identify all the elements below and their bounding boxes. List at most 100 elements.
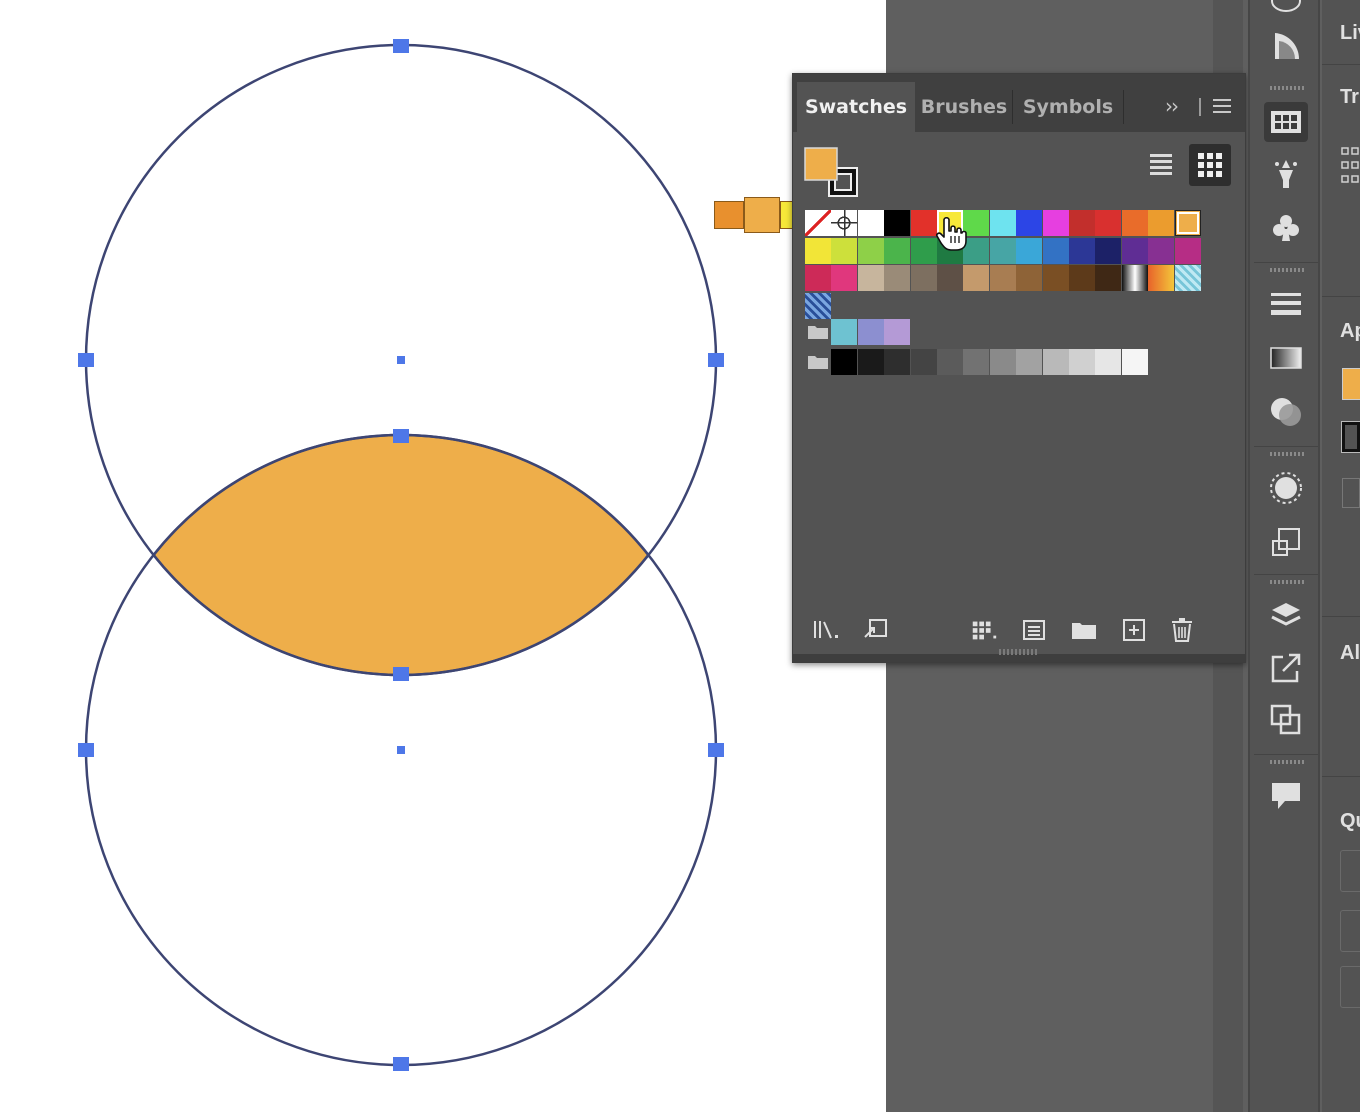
swatch[interactable] <box>1174 237 1201 264</box>
color-group-folder-icon[interactable] <box>807 323 829 341</box>
swatch[interactable] <box>1121 265 1148 291</box>
fill-swatch[interactable] <box>804 147 838 181</box>
swatch[interactable] <box>831 319 858 345</box>
swatch[interactable] <box>884 210 911 236</box>
swatch[interactable] <box>1069 349 1095 375</box>
thumbnail-view-button[interactable] <box>1189 144 1231 186</box>
tab-swatches[interactable]: Swatches <box>797 82 915 132</box>
swatch[interactable] <box>1016 210 1043 236</box>
swatch[interactable] <box>1095 237 1122 264</box>
swatch[interactable] <box>805 292 831 319</box>
gradient-panel-icon[interactable] <box>1264 338 1308 378</box>
swatch[interactable] <box>805 210 831 236</box>
anchor-point[interactable] <box>708 743 724 757</box>
anchor-point[interactable] <box>78 743 94 757</box>
artwork[interactable] <box>0 0 886 1112</box>
fill-stroke-widget[interactable] <box>803 146 863 202</box>
swatch[interactable] <box>857 265 884 291</box>
swatch[interactable] <box>1042 237 1069 264</box>
gradient-icon[interactable] <box>1264 26 1308 66</box>
swatch[interactable] <box>805 265 831 291</box>
comments-icon[interactable] <box>1264 776 1308 816</box>
swatch[interactable] <box>1095 265 1122 291</box>
document-canvas[interactable] <box>0 0 886 1112</box>
show-swatch-kinds-icon[interactable] <box>969 615 999 645</box>
swatch[interactable] <box>1174 265 1201 291</box>
swatch[interactable] <box>910 210 937 236</box>
swatch[interactable] <box>831 237 858 264</box>
swatch[interactable] <box>831 349 858 375</box>
stroke-color-chip[interactable] <box>1341 421 1360 453</box>
swatch[interactable] <box>1148 265 1175 291</box>
swatch[interactable] <box>857 349 884 375</box>
center-point[interactable] <box>397 746 405 754</box>
reference-point-icon[interactable] <box>1340 146 1360 186</box>
swatch[interactable] <box>989 237 1016 264</box>
color-group-folder-icon[interactable] <box>807 353 829 371</box>
stroke-panel-icon[interactable] <box>1264 284 1308 324</box>
swatch[interactable] <box>805 237 831 264</box>
center-point[interactable] <box>397 356 405 364</box>
swatch[interactable] <box>1069 210 1095 236</box>
anchor-point[interactable] <box>393 1057 409 1071</box>
quick-action-button[interactable] <box>1340 966 1360 1008</box>
layers-icon[interactable] <box>1264 596 1308 636</box>
anchor-point[interactable] <box>393 429 409 443</box>
swatch[interactable] <box>1016 349 1043 375</box>
swatch[interactable] <box>884 237 911 264</box>
transform-icon[interactable] <box>1264 522 1308 562</box>
anchor-point[interactable] <box>708 353 724 367</box>
swatch[interactable] <box>910 349 937 375</box>
swatch[interactable] <box>831 265 858 291</box>
swatch-options-icon[interactable] <box>1019 615 1049 645</box>
swatch[interactable] <box>884 319 911 345</box>
swatch[interactable] <box>989 265 1016 291</box>
opacity-icon[interactable] <box>1342 478 1360 508</box>
artboards-icon[interactable] <box>1264 700 1308 740</box>
swatch[interactable] <box>831 210 858 236</box>
panel-menu-icon[interactable] <box>1211 96 1233 116</box>
swatch[interactable] <box>884 265 911 291</box>
swatch[interactable] <box>1069 237 1095 264</box>
globe-icon[interactable] <box>1264 0 1308 26</box>
new-swatch-icon[interactable] <box>1119 615 1149 645</box>
swatch[interactable] <box>910 237 937 264</box>
swatch[interactable] <box>857 237 884 264</box>
swatch[interactable] <box>1121 237 1148 264</box>
swatch[interactable] <box>989 349 1016 375</box>
delete-swatch-icon[interactable] <box>1167 615 1197 645</box>
swatch[interactable] <box>1042 210 1069 236</box>
swatch[interactable] <box>937 265 963 291</box>
swatch[interactable] <box>857 210 884 236</box>
anchor-point[interactable] <box>393 667 409 681</box>
appearance-icon[interactable] <box>1264 468 1308 508</box>
swatch[interactable] <box>910 265 937 291</box>
swatch[interactable] <box>963 265 990 291</box>
swatch[interactable] <box>1148 210 1175 236</box>
quick-action-button[interactable] <box>1340 910 1360 952</box>
new-color-group-icon[interactable] <box>1069 615 1099 645</box>
swatch[interactable] <box>1095 210 1122 236</box>
swatch[interactable] <box>1016 265 1043 291</box>
swatch[interactable] <box>963 349 990 375</box>
symbol-sprayer-icon[interactable] <box>1264 154 1308 194</box>
lens-shape[interactable] <box>152 433 650 677</box>
swatch[interactable] <box>1042 265 1069 291</box>
tab-brushes[interactable]: Brushes <box>919 82 1009 132</box>
swatch[interactable] <box>857 319 884 345</box>
clubs-symbol-icon[interactable] <box>1264 208 1308 248</box>
quick-action-button[interactable] <box>1340 850 1360 892</box>
swatch[interactable] <box>1121 349 1148 375</box>
list-view-icon[interactable] <box>1147 150 1175 180</box>
transparency-icon[interactable] <box>1264 392 1308 432</box>
swatch-libraries-menu-icon[interactable] <box>811 615 841 645</box>
swatch[interactable] <box>1069 265 1095 291</box>
anchor-point[interactable] <box>393 39 409 53</box>
swatch[interactable] <box>937 349 963 375</box>
swatch[interactable] <box>1174 210 1201 236</box>
swatch[interactable] <box>1095 349 1122 375</box>
swatch[interactable] <box>989 210 1016 236</box>
place-swatch-icon[interactable] <box>861 615 891 645</box>
export-icon[interactable] <box>1264 648 1308 688</box>
tab-symbols[interactable]: Symbols <box>1015 82 1121 132</box>
